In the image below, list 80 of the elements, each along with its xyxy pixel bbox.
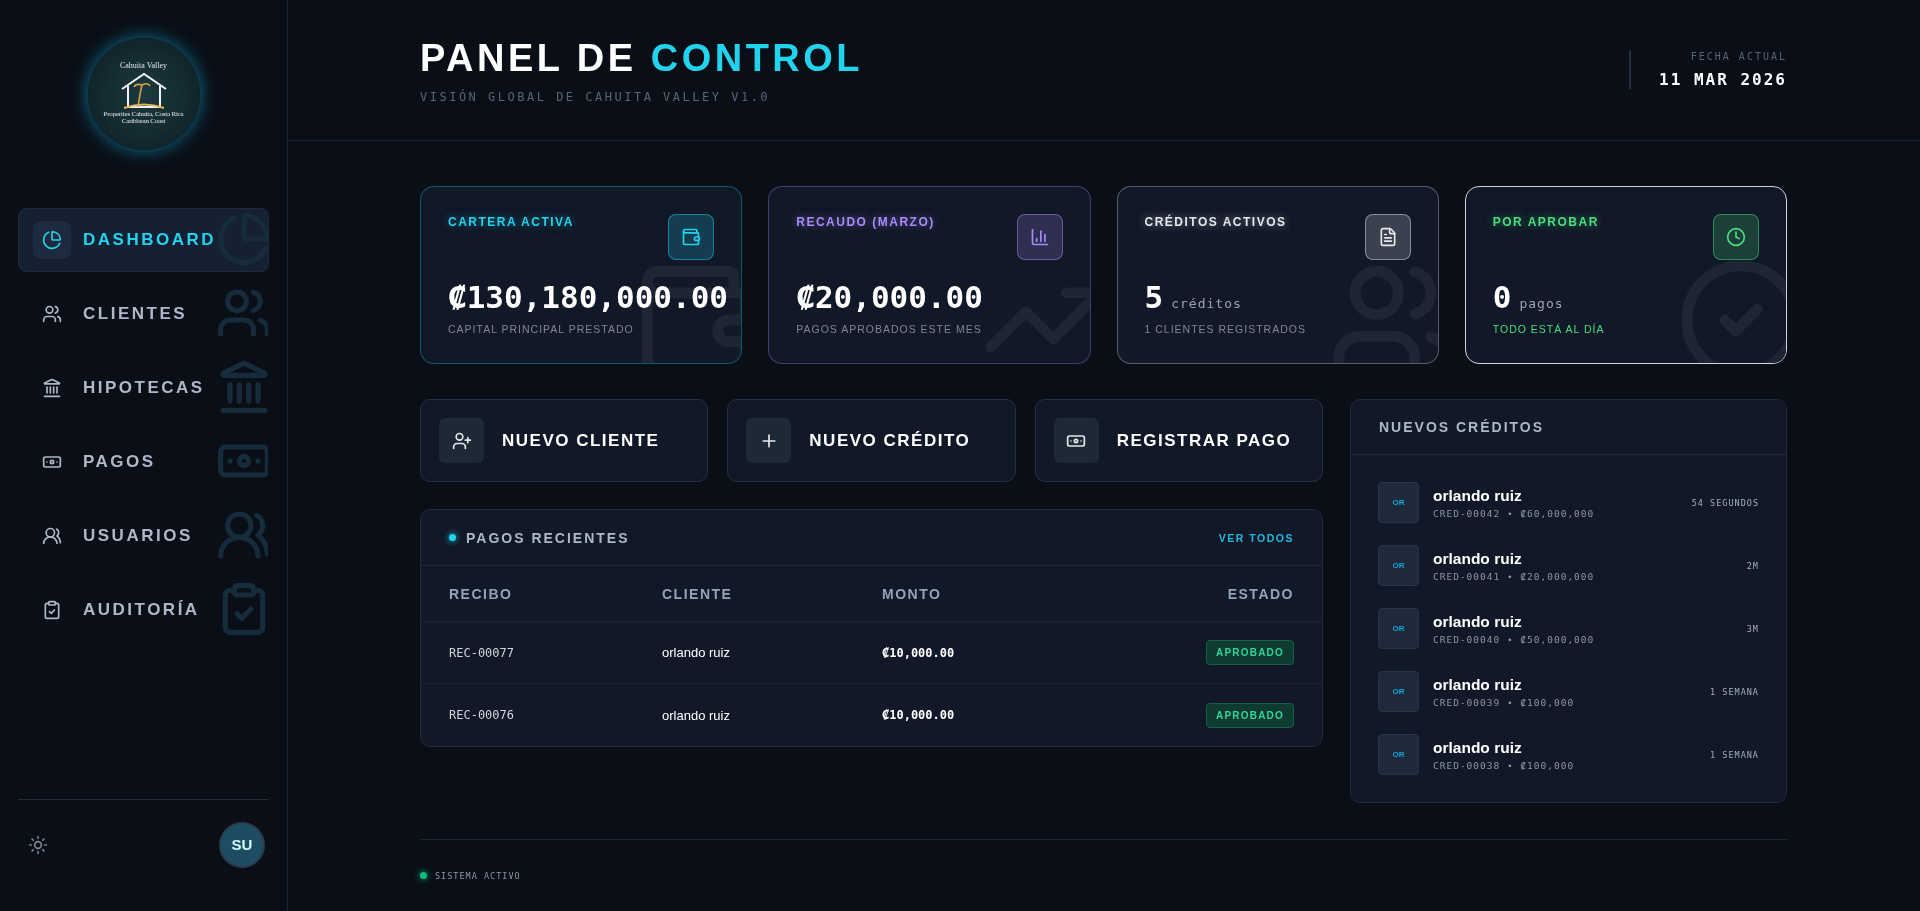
clock-icon <box>1713 214 1759 260</box>
client-name: orlando ruiz <box>1433 738 1523 757</box>
stat-note: 1 CLIENTES REGISTRADOS <box>1144 323 1307 335</box>
stat-label: CRÉDITOS ACTIVOS <box>1144 215 1288 229</box>
amount-cell-text: ₡10,000.00 <box>882 645 956 660</box>
nav-item[interactable]: PAGOS <box>18 430 269 494</box>
column-header: RECIBO <box>449 585 514 602</box>
view-all-link[interactable]: VER TODOS <box>1218 531 1294 544</box>
time-ago: 54 SEGUNDOS <box>1691 497 1759 508</box>
action-button[interactable]: NUEVO CLIENTE <box>420 399 709 482</box>
stat-note: CAPITAL PRINCIPAL PRESTADO <box>448 323 635 335</box>
panel-title: PAGOS RECIENTES <box>466 529 630 546</box>
client-name: orlando ruiz <box>1433 612 1523 631</box>
pie-chart-icon <box>216 211 268 267</box>
client-name: orlando ruiz <box>1433 486 1523 505</box>
initials-avatar: OR <box>1378 734 1419 775</box>
nav-item[interactable]: DASHBOARD <box>18 208 269 272</box>
receipt-cell-text: REC-00076 <box>449 708 516 722</box>
stat-value: 5 <box>1144 279 1164 315</box>
user-plus-icon <box>439 418 484 463</box>
initials-avatar: OR <box>1378 608 1419 649</box>
stat-unit: pagos <box>1519 296 1564 311</box>
initials-avatar: OR <box>1378 482 1419 523</box>
users-icon <box>42 304 62 324</box>
document-icon <box>1364 214 1411 260</box>
client-name: orlando ruiz <box>1433 549 1523 568</box>
status-badge: APROBADO <box>1206 640 1294 665</box>
status-badge: APROBADO <box>1206 702 1294 728</box>
credit-detail: CRED-00040 • ₡50,000,000 <box>1433 633 1596 645</box>
column-header: MONTO <box>882 585 943 602</box>
client-name: orlando ruiz <box>1433 675 1523 694</box>
stat-note: PAGOS APROBADOS ESTE MES <box>796 323 983 335</box>
pie-chart-icon <box>42 230 62 250</box>
receipt-cell-text: REC-00077 <box>449 645 516 660</box>
column-header: ESTADO <box>1226 585 1294 602</box>
initials-avatar: OR <box>1378 671 1419 712</box>
stat-label: POR APROBAR <box>1492 215 1600 229</box>
page-subtitle: VISIÓN GLOBAL DE CAHUITA VALLEY V1.0 <box>420 89 772 104</box>
nav-item[interactable]: USUARIOS <box>18 504 269 568</box>
nav-item[interactable]: AUDITORÍA <box>18 578 269 642</box>
bar-chart-icon <box>1016 214 1063 260</box>
nav-item[interactable]: HIPOTECAS <box>18 356 269 420</box>
initials-avatar: OR <box>1378 545 1419 586</box>
date-label: FECHA ACTUAL <box>1689 51 1787 62</box>
plus-icon <box>746 418 792 463</box>
page-title: PANEL DE CONTROL <box>420 36 864 80</box>
status-dot <box>420 872 427 879</box>
action-button[interactable]: REGISTRAR PAGO <box>1034 399 1323 482</box>
banknote-icon <box>1053 418 1099 463</box>
stat-value: 0 <box>1492 279 1512 315</box>
panel-title: NUEVOS CRÉDITOS <box>1379 419 1545 435</box>
theme-toggle-icon[interactable] <box>28 834 48 855</box>
logo-title: Cahuita Valley <box>119 61 168 71</box>
clipboard-check-icon <box>42 600 62 620</box>
stat-note: TODO ESTÁ AL DÍA <box>1492 323 1606 335</box>
time-ago: 1 SEMANA <box>1710 686 1759 697</box>
action-button[interactable]: NUEVO CRÉDITO <box>727 399 1016 482</box>
user-avatar[interactable]: SU <box>219 821 265 868</box>
users-icon <box>42 526 62 546</box>
stat-label: CARTERA ACTIVA <box>448 215 575 229</box>
system-status: SISTEMA ACTIVO <box>435 870 521 881</box>
time-ago: 2M <box>1746 560 1759 571</box>
current-date: 11 MAR 2026 <box>1659 70 1787 89</box>
bank-icon <box>42 378 62 398</box>
stat-unit: créditos <box>1171 296 1242 311</box>
time-ago: 3M <box>1746 623 1759 634</box>
credit-detail: CRED-00038 • ₡100,000 <box>1433 759 1576 771</box>
amount-cell-text: ₡10,000.00 <box>882 708 956 722</box>
credit-detail: CRED-00039 • ₡100,000 <box>1433 696 1576 708</box>
column-header: CLIENTE <box>662 585 734 602</box>
stat-value: ₡20,000.00 <box>796 279 983 315</box>
nav-item[interactable]: CLIENTES <box>18 282 269 346</box>
credit-detail: CRED-00041 • ₡20,000,000 <box>1433 570 1596 582</box>
client-cell-text: orlando ruiz <box>662 707 731 723</box>
status-dot <box>449 534 456 541</box>
stat-label: RECAUDO (MARZO) <box>796 215 936 229</box>
credit-detail: CRED-00042 • ₡60,000,000 <box>1433 507 1596 519</box>
stat-value: ₡130,180,000.00 <box>448 279 728 315</box>
time-ago: 1 SEMANA <box>1710 749 1759 760</box>
client-cell-text: orlando ruiz <box>662 645 731 660</box>
